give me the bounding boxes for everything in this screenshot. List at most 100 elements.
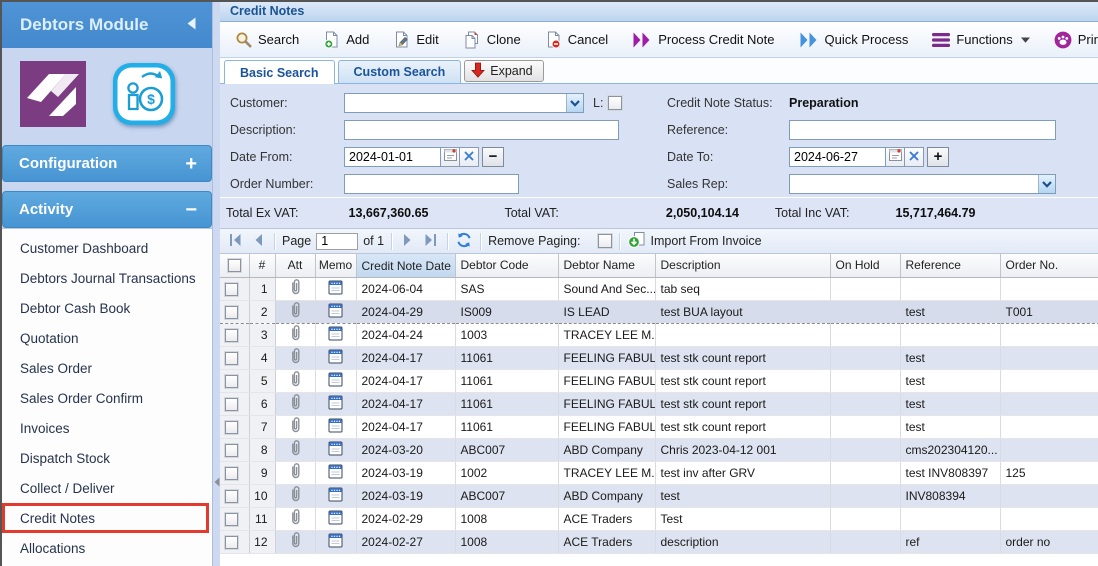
row-checkbox[interactable] <box>225 490 238 503</box>
column-header-number[interactable]: # <box>249 254 275 277</box>
memo-icon[interactable] <box>328 468 343 482</box>
cell-attachment[interactable] <box>275 438 315 461</box>
row-checkbox[interactable] <box>225 536 238 549</box>
paperclip-icon[interactable] <box>289 469 302 483</box>
expand-button[interactable]: Expand <box>464 60 543 82</box>
paperclip-icon[interactable] <box>289 515 302 529</box>
memo-icon[interactable] <box>328 537 343 551</box>
row-checkbox[interactable] <box>225 513 238 526</box>
row-checkbox[interactable] <box>225 421 238 434</box>
toolbar-button-search[interactable]: Search <box>226 27 308 52</box>
sales-rep-dropdown[interactable] <box>789 174 1056 194</box>
reference-input[interactable] <box>789 120 1056 140</box>
collapse-left-icon[interactable] <box>187 15 196 35</box>
cell-select[interactable] <box>220 369 249 392</box>
clear-date-icon[interactable] <box>905 147 924 167</box>
description-input[interactable] <box>344 120 619 140</box>
table-row[interactable]: 92024-03-191002TRACEY LEE M...test inv a… <box>220 461 1098 484</box>
column-header-memo[interactable]: Memo <box>315 254 356 277</box>
row-checkbox[interactable] <box>225 375 238 388</box>
table-row[interactable]: 112024-02-291008ACE TradersTest <box>220 507 1098 530</box>
paperclip-icon[interactable] <box>289 492 302 506</box>
cell-select[interactable] <box>220 346 249 369</box>
prev-page-icon[interactable] <box>249 232 267 250</box>
cell-memo[interactable] <box>315 346 356 369</box>
row-checkbox[interactable] <box>225 306 238 319</box>
cell-memo[interactable] <box>315 507 356 530</box>
select-all-checkbox[interactable] <box>228 259 241 272</box>
memo-icon[interactable] <box>328 376 343 390</box>
row-checkbox[interactable] <box>225 398 238 411</box>
cell-attachment[interactable] <box>275 369 315 392</box>
splitter-arrow-icon[interactable] <box>214 474 220 492</box>
last-page-icon[interactable] <box>422 232 440 250</box>
memo-icon[interactable] <box>328 284 343 298</box>
sidebar-item-debtors-journal-transactions[interactable]: Debtors Journal Transactions <box>2 263 212 293</box>
paperclip-icon[interactable] <box>289 446 302 460</box>
paperclip-icon[interactable] <box>289 354 302 368</box>
cell-attachment[interactable] <box>275 300 315 323</box>
cell-memo[interactable] <box>315 392 356 415</box>
import-from-invoice-button[interactable]: Import From Invoice <box>650 234 761 248</box>
cell-attachment[interactable] <box>275 277 315 300</box>
toolbar-button-functions[interactable]: Functions <box>923 28 1038 51</box>
cell-attachment[interactable] <box>275 484 315 507</box>
sidebar-section-activity[interactable]: Activity − <box>2 191 212 228</box>
sidebar-item-sales-order-confirm[interactable]: Sales Order Confirm <box>2 383 212 413</box>
cell-select[interactable] <box>220 277 249 300</box>
table-row[interactable]: 42024-04-1711061FEELING FABUL...test stk… <box>220 346 1098 369</box>
debtors-money-icon[interactable]: $ <box>112 62 176 131</box>
memo-icon[interactable] <box>328 445 343 459</box>
date-from-input[interactable] <box>344 147 441 167</box>
toolbar-button-cancel[interactable]: Cancel <box>536 27 617 53</box>
import-from-invoice-icon[interactable] <box>627 232 645 250</box>
collapse-minus-icon[interactable]: − <box>185 200 197 220</box>
memo-icon[interactable] <box>328 307 343 321</box>
tab-custom-search[interactable]: Custom Search <box>338 60 462 83</box>
table-row[interactable]: 62024-04-1711061FEELING FABUL...test stk… <box>220 392 1098 415</box>
first-page-icon[interactable] <box>226 232 244 250</box>
cell-select[interactable] <box>220 415 249 438</box>
clear-date-icon[interactable] <box>460 147 479 167</box>
paperclip-icon[interactable] <box>289 331 302 345</box>
cell-select[interactable] <box>220 438 249 461</box>
paperclip-icon[interactable] <box>289 377 302 391</box>
memo-icon[interactable] <box>328 330 343 344</box>
memo-icon[interactable] <box>328 399 343 413</box>
column-header-debtor-name[interactable]: Debtor Name <box>558 254 655 277</box>
row-checkbox[interactable] <box>225 444 238 457</box>
sidebar-item-quotation[interactable]: Quotation <box>2 323 212 353</box>
table-row[interactable]: 82024-03-20ABC007ABD CompanyChris 2023-0… <box>220 438 1098 461</box>
table-row[interactable]: 102024-03-19ABC007ABD CompanytestINV8083… <box>220 484 1098 507</box>
calendar-icon[interactable] <box>886 147 905 167</box>
column-header-on-hold[interactable]: On Hold <box>830 254 900 277</box>
l-checkbox[interactable] <box>608 96 622 110</box>
cell-select[interactable] <box>220 300 249 323</box>
chevron-down-icon[interactable] <box>1038 175 1055 193</box>
tab-basic-search[interactable]: Basic Search <box>224 60 335 84</box>
toolbar-button-edit[interactable]: Edit <box>384 27 447 53</box>
cell-select[interactable] <box>220 507 249 530</box>
toolbar-button-quick-process[interactable]: Quick Process <box>790 28 918 52</box>
row-checkbox[interactable] <box>225 329 238 342</box>
cell-memo[interactable] <box>315 438 356 461</box>
sidebar-item-customer-dashboard[interactable]: Customer Dashboard <box>2 233 212 263</box>
toolbar-button-add[interactable]: Add <box>314 27 378 53</box>
memo-icon[interactable] <box>328 514 343 528</box>
sidebar-item-debtor-cash-book[interactable]: Debtor Cash Book <box>2 293 212 323</box>
cell-select[interactable] <box>220 484 249 507</box>
cell-memo[interactable] <box>315 461 356 484</box>
cell-attachment[interactable] <box>275 392 315 415</box>
memo-icon[interactable] <box>328 491 343 505</box>
paperclip-icon[interactable] <box>289 538 302 552</box>
column-header-order-no[interactable]: Order No. <box>1000 254 1098 277</box>
cell-attachment[interactable] <box>275 323 315 346</box>
date-to-input[interactable] <box>789 147 886 167</box>
sidebar-item-collect-deliver[interactable]: Collect / Deliver <box>2 473 212 503</box>
column-header-reference[interactable]: Reference <box>900 254 1000 277</box>
toolbar-button-process-credit-note[interactable]: Process Credit Note <box>623 28 783 52</box>
row-checkbox[interactable] <box>225 467 238 480</box>
sidebar-item-invoices[interactable]: Invoices <box>2 413 212 443</box>
cell-select[interactable] <box>220 392 249 415</box>
sidebar-item-allocations[interactable]: Allocations <box>2 533 212 563</box>
